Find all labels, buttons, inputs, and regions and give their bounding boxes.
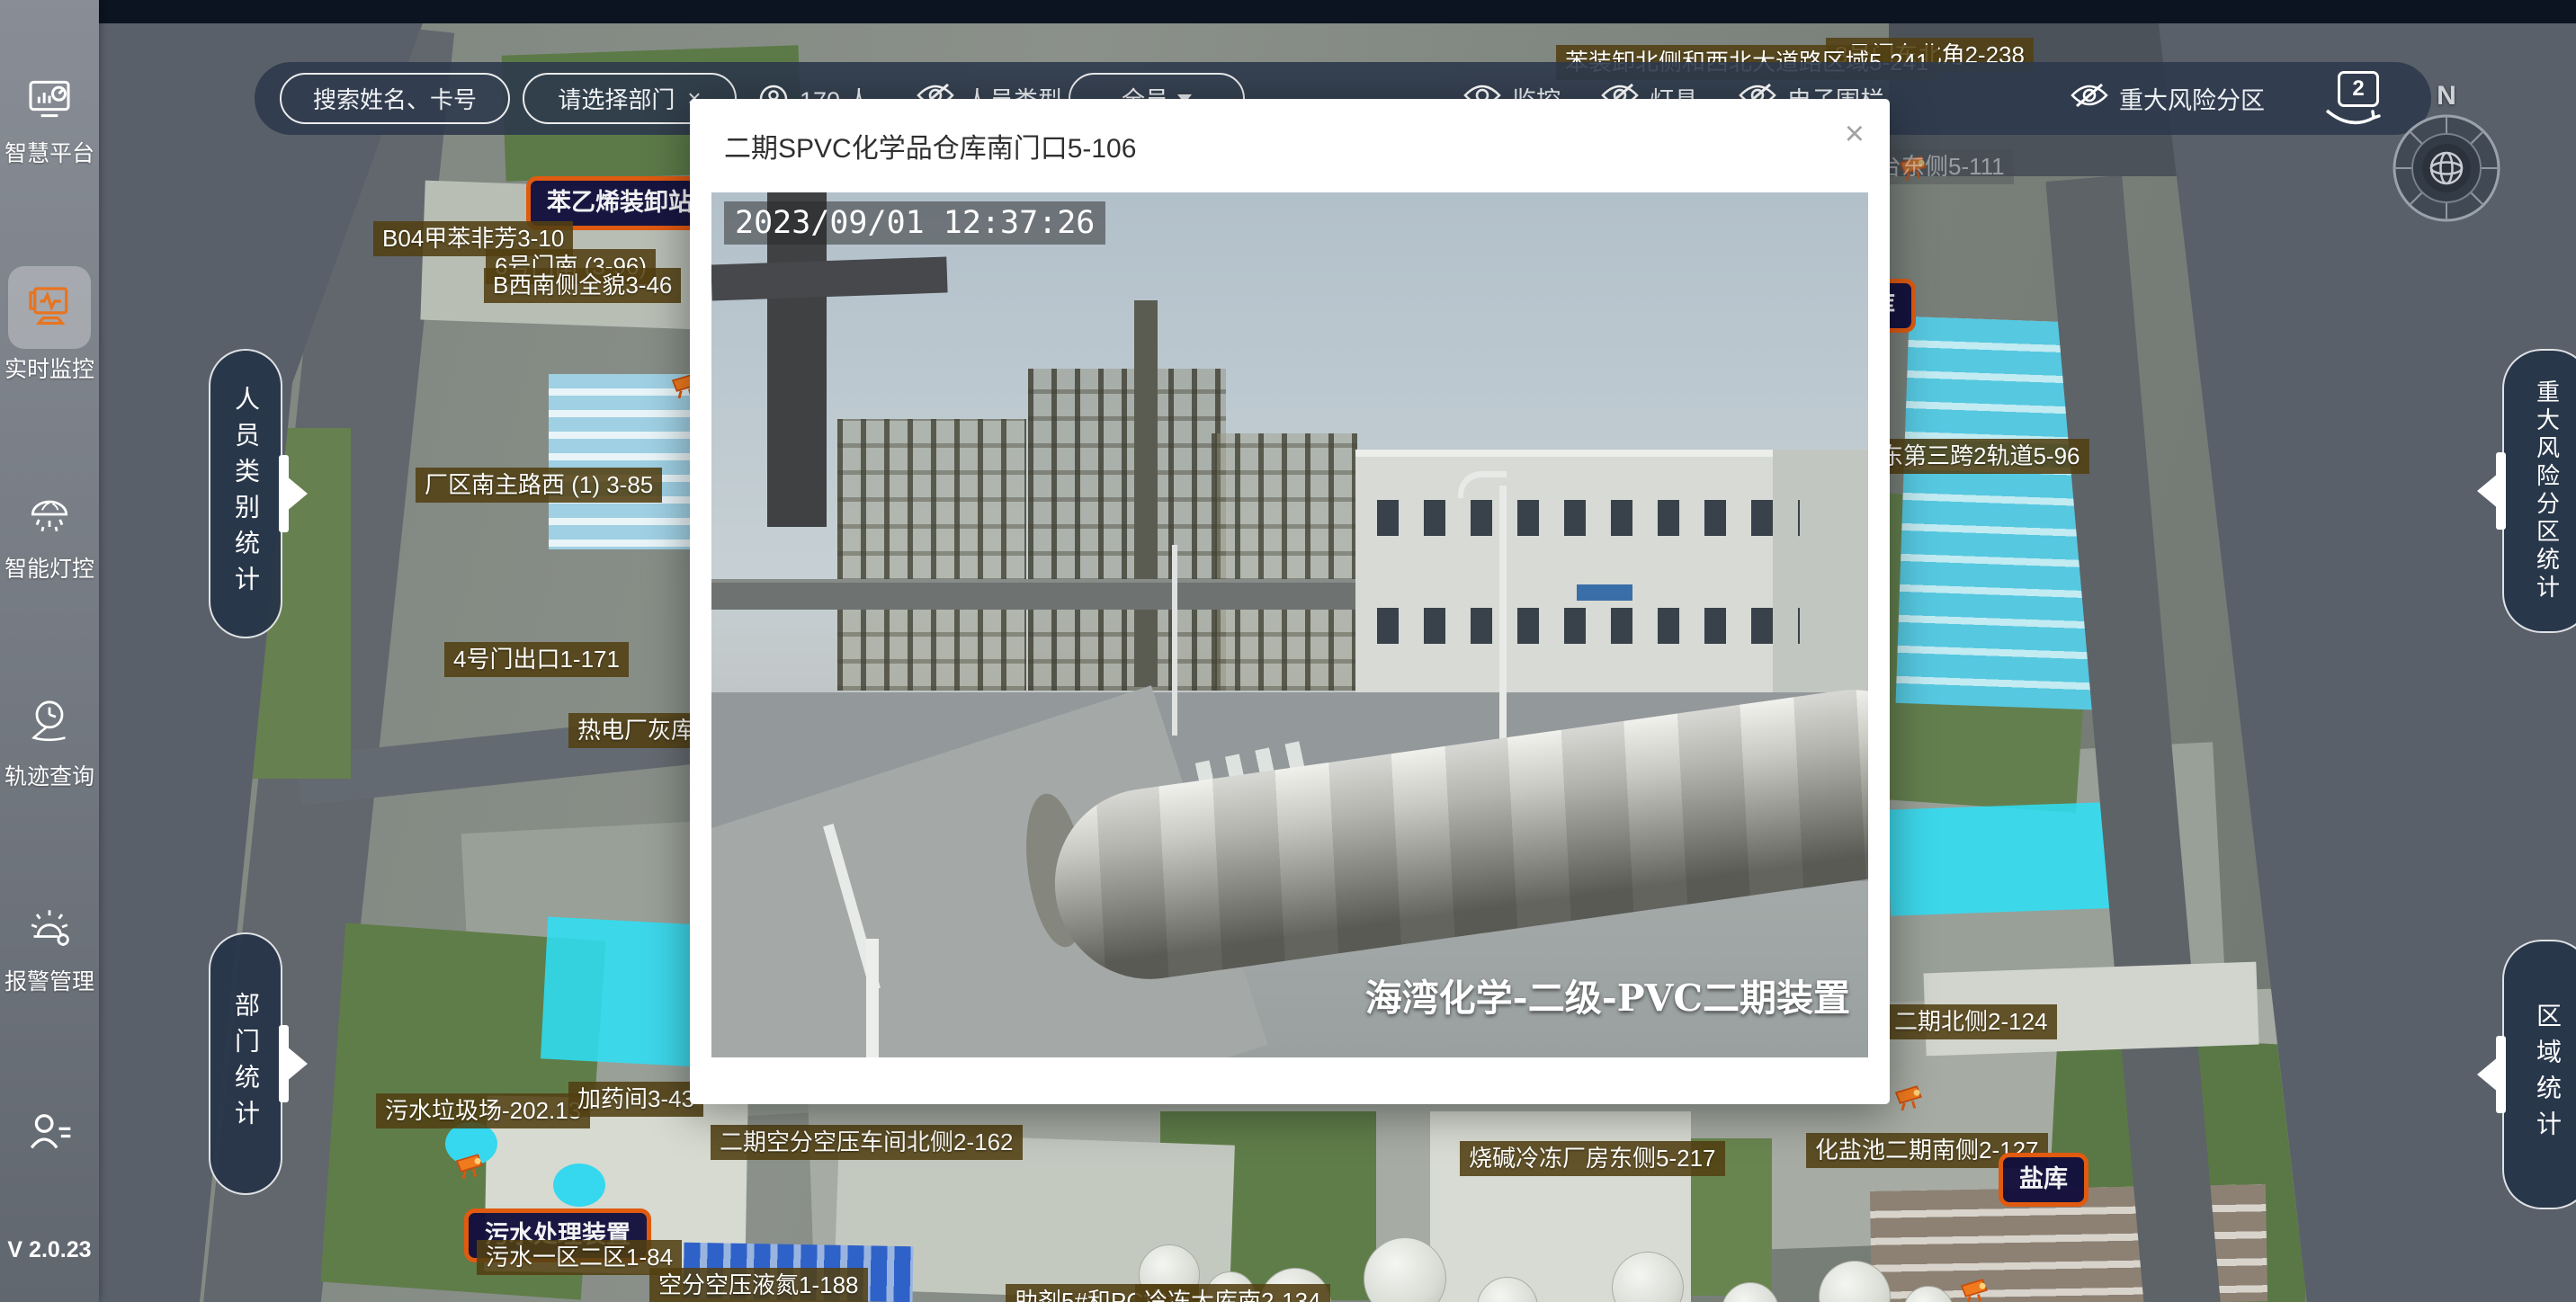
search-input[interactable]: 搜索姓名、卡号 (280, 73, 510, 124)
search-placeholder: 搜索姓名、卡号 (313, 82, 477, 115)
camera-scene-plant (837, 419, 1026, 691)
camera-scene-piperack (711, 579, 1377, 610)
screen-count-value: 2 (2352, 76, 2364, 102)
map-point-label[interactable]: 空分空压液氮1-188 (649, 1268, 868, 1302)
toggle-major-risk-zone[interactable]: 重大风险分区 (2071, 62, 2265, 135)
realtime-monitor-icon (24, 282, 75, 333)
sidebar-item-label: 实时监控 (0, 352, 99, 384)
tab-arrow-left-icon (2477, 473, 2499, 509)
cctv-icon[interactable] (454, 1153, 487, 1180)
camera-scene-beam (711, 256, 948, 300)
toggle-label: 重大风险分区 (2119, 81, 2265, 116)
sidebar-item-personnel[interactable] (0, 1108, 99, 1163)
compass-north-label: N (2388, 81, 2505, 111)
map-building (1887, 801, 2129, 915)
sidebar-item-smart-platform[interactable]: 智慧平台 (0, 74, 99, 168)
camera-scene-plant (1212, 433, 1357, 691)
camera-watermark: 海湾化学-二级-PVC二期装置 (1365, 968, 1850, 1021)
compass[interactable]: N (2388, 81, 2505, 288)
department-placeholder: 请选择部门 (558, 82, 675, 115)
sidebar-item-realtime-monitor[interactable]: 实时监控 (0, 266, 99, 446)
camera-scene-lamp (1172, 545, 1177, 736)
tab-arrow-right-icon (286, 1046, 308, 1082)
map-point-label[interactable]: 厂区南主路西 (1) 3-85 (416, 468, 662, 503)
camera-scene-bollard (866, 939, 879, 1057)
sidebar-item-track-query[interactable]: 轨迹查询 (0, 697, 99, 791)
sidebar-item-smart-lamp[interactable]: 智能灯控 (0, 489, 99, 584)
camera-scene-lamp (1499, 486, 1507, 773)
camera-feed: 2023/09/01 12:37:26 海湾化学-二级-PVC二期装置 (711, 192, 1868, 1057)
camera-scene-sign (1577, 584, 1632, 601)
close-icon[interactable]: × (1845, 117, 1865, 151)
tab-area-stats[interactable]: 区域统计 (2502, 940, 2576, 1209)
map-building (549, 374, 706, 549)
sidebar-item-alarm-manage[interactable]: 报警管理 (0, 902, 99, 996)
tab-label: 部门统计 (228, 992, 264, 1136)
camera-modal: 二期SPVC化学品仓库南门口5-106 × 2023/09/01 12:37:2… (690, 99, 1890, 1104)
map-point-label[interactable]: 东第三跨2轨道5-96 (1871, 439, 2089, 474)
map-point-label[interactable]: 4号门出口1-171 (444, 642, 629, 677)
tab-arrow-left-icon (2477, 1057, 2499, 1092)
cctv-icon[interactable] (1893, 1084, 1926, 1111)
camera-scene-windows (1377, 608, 1800, 644)
modal-title: 二期SPVC化学品仓库南门口5-106 (724, 126, 1136, 165)
eye-off-icon[interactable] (2071, 82, 2108, 115)
screen-count-button[interactable]: 2 (2323, 62, 2381, 135)
sidebar-item-label: 智能灯控 (0, 551, 99, 584)
tab-major-risk-zone-stats[interactable]: 重大风险分区统计 (2502, 349, 2576, 633)
map-point-label[interactable]: 污水垃圾场-202.13 (376, 1093, 590, 1128)
tab-label: 重大风险分区统计 (2531, 379, 2564, 602)
map-point-label[interactable]: B西南侧全貌3-46 (484, 268, 681, 303)
track-query-icon (24, 697, 75, 747)
sidebar-item-label: 智慧平台 (0, 136, 99, 168)
map-building (541, 917, 705, 1067)
map-point-label[interactable]: 冷冻大库南2-134 (1135, 1284, 1330, 1302)
camera-scene-tower (1134, 300, 1158, 687)
screen-count-icon: 2 (2338, 71, 2379, 107)
sidebar: 智慧平台 实时监控 智能灯控 轨迹查询 (0, 0, 99, 1302)
tab-department-stats[interactable]: 部门统计 (209, 932, 282, 1195)
dashboard-monitor-icon (24, 74, 75, 124)
tab-arrow-right-icon (286, 476, 308, 512)
map-point-label[interactable]: 热电厂灰库 (568, 713, 703, 748)
map-point-label[interactable]: 加药间3-43 (568, 1082, 703, 1117)
top-strip (99, 0, 2576, 23)
map-point-label[interactable]: 二期北侧2-124 (1885, 1004, 2057, 1039)
compass-rose-icon[interactable] (2390, 111, 2503, 225)
tab-label: 区域统计 (2529, 1003, 2565, 1146)
sidebar-item-label: 报警管理 (0, 964, 99, 996)
alarm-manage-icon (24, 902, 75, 952)
tab-label: 人员类别统计 (228, 386, 264, 602)
sidebar-item-label: 轨迹查询 (0, 759, 99, 791)
camera-scene-plant (1028, 369, 1226, 691)
map-point-label[interactable]: 烧碱冷冻厂房东侧5-217 (1460, 1141, 1725, 1176)
smart-lamp-icon (24, 489, 75, 540)
swap-arrow-icon (2323, 107, 2381, 127)
tab-personnel-category-stats[interactable]: 人员类别统计 (209, 349, 282, 638)
version-label: V 2.0.23 (0, 1237, 99, 1263)
map-point-label[interactable]: 盐库 (1999, 1153, 2089, 1207)
map-point-label[interactable]: 二期空分空压车间北侧2-162 (711, 1125, 1023, 1160)
camera-scene-windows (1377, 500, 1800, 536)
map-building (553, 1164, 605, 1207)
person-list-icon (24, 1108, 75, 1158)
camera-timestamp: 2023/09/01 12:37:26 (724, 201, 1105, 245)
cctv-icon[interactable] (1959, 1278, 1991, 1302)
